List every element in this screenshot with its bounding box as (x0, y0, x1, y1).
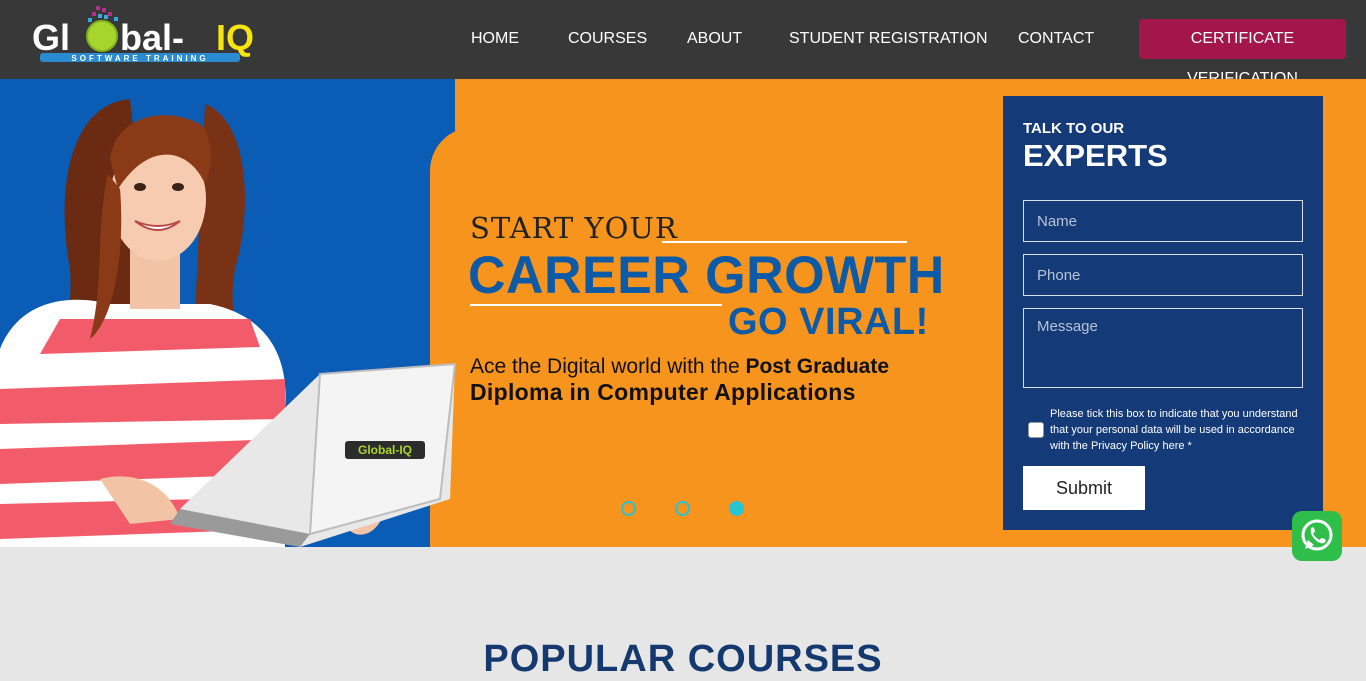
form-talk-label: TALK TO OUR (1023, 120, 1125, 137)
nav-contact[interactable]: CONTACT (1018, 18, 1094, 60)
consent-text: Please tick this box to indicate that yo… (1050, 408, 1298, 452)
hero-career-headline: CAREER GROWTH (468, 246, 945, 305)
popular-courses-title: POPULAR COURSES (483, 638, 883, 680)
nav-about[interactable]: ABOUT (687, 18, 742, 60)
slider-dot-2[interactable] (675, 501, 690, 516)
phone-input[interactable] (1023, 254, 1303, 296)
name-input[interactable] (1023, 200, 1303, 242)
nav-home[interactable]: HOME (471, 18, 519, 60)
hero-woman-image: Global-IQ (0, 99, 457, 547)
message-input[interactable] (1023, 308, 1303, 388)
site-header: Gl bal- IQ SOFTWARE TRAINING HOME COURSE… (0, 0, 1366, 87)
main-nav: HOME COURSES ABOUT STUDENT REGISTRATION … (0, 18, 1366, 87)
nav-courses[interactable]: COURSES (568, 18, 647, 60)
form-experts-title: EXPERTS (1023, 138, 1168, 173)
certificate-verification-button[interactable]: CERTIFICATE VERIFICATION (1139, 19, 1346, 87)
slider-dots (621, 501, 751, 517)
hero-start-text: START YOUR (470, 211, 678, 245)
hero-diploma-text: Diploma in Computer Applications (470, 379, 856, 405)
slider-dot-3[interactable] (729, 501, 744, 516)
contact-form: TALK TO OUR EXPERTS Please tick this box… (1003, 96, 1323, 530)
hero-divider-top (662, 241, 907, 243)
submit-button[interactable]: Submit (1023, 466, 1145, 510)
consent-checkbox[interactable] (1028, 422, 1044, 438)
slider-dot-1[interactable] (621, 501, 636, 516)
laptop-logo-text: Global-IQ (358, 443, 412, 457)
whatsapp-button[interactable] (1292, 511, 1342, 561)
hero-tagline-prefix: Ace the Digital world with the (470, 355, 746, 378)
hero-viral-headline: GO VIRAL! (728, 301, 929, 343)
hero-divider-bottom (470, 304, 722, 306)
whatsapp-icon (1301, 519, 1333, 551)
hero-tagline-bold: Post Graduate (745, 355, 890, 378)
nav-student-registration[interactable]: STUDENT REGISTRATION (789, 18, 988, 60)
hero-tagline: Ace the Digital world with the Post Grad… (470, 355, 889, 379)
